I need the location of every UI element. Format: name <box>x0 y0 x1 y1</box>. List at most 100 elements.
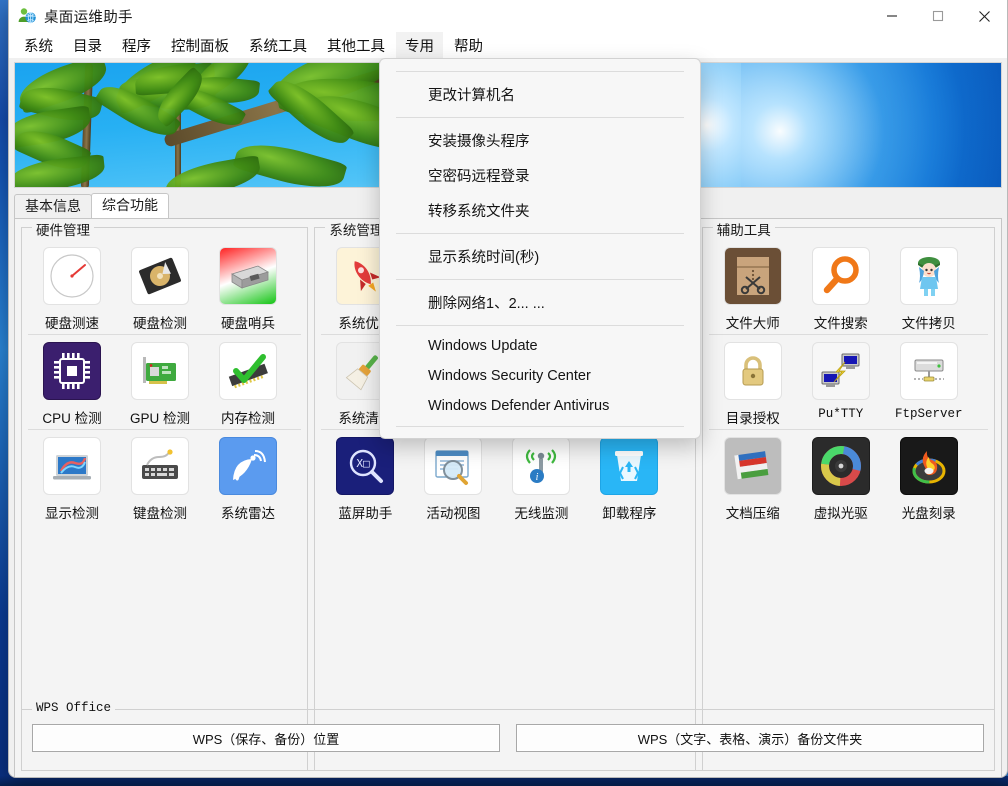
group-title-computer-type: 电脑类型 <box>687 777 749 778</box>
tool-disk-sentinel[interactable]: 硬盘哨兵 <box>204 247 292 332</box>
tool-wireless-monitor[interactable]: i 无线监测 <box>497 437 585 522</box>
tool-label: 硬盘哨兵 <box>221 316 275 331</box>
menu-option-show-system-time-seconds[interactable]: 显示系统时间(秒) <box>380 239 700 274</box>
wps-backup-folder-button[interactable]: WPS（文字、表格、演示）备份文件夹 <box>516 724 984 752</box>
svg-text:X□: X□ <box>357 457 371 470</box>
tool-label: 光盘刻录 <box>901 506 956 521</box>
virtual-drive-icon <box>811 437 870 495</box>
tool-label: 键盘检测 <box>133 506 187 521</box>
menu-item-control-panel[interactable]: 控制面板 <box>162 32 238 59</box>
hard-disk-sentinel-icon <box>219 247 277 305</box>
tool-file-master[interactable]: 文件大师 <box>709 247 797 332</box>
title-bar: 桌面运维助手 <box>9 0 1007 32</box>
close-button[interactable] <box>961 0 1007 32</box>
dropdown-menu-dedicated: 更改计算机名 安装摄像头程序 空密码远程登录 转移系统文件夹 显示系统时间(秒)… <box>379 58 701 439</box>
padlock-icon <box>723 342 782 400</box>
wps-button-row: WPS（保存、备份）位置 WPS（文字、表格、演示）备份文件夹 <box>22 710 994 752</box>
tool-label: 文档压缩 <box>725 506 780 521</box>
tool-file-search[interactable]: 文件搜索 <box>797 247 885 332</box>
tool-disk-check[interactable]: 硬盘检测 <box>116 247 204 332</box>
putty-icon <box>811 342 870 400</box>
menu-option-blank-password-remote-login[interactable]: 空密码远程登录 <box>380 158 700 193</box>
menu-option-move-system-folder[interactable]: 转移系统文件夹 <box>380 193 700 228</box>
tool-label: 虚拟光驱 <box>813 506 868 521</box>
tool-label: 显示检测 <box>45 506 99 521</box>
graphics-card-icon <box>131 342 189 400</box>
menu-item-system-tools[interactable]: 系统工具 <box>240 32 316 59</box>
menu-separator <box>396 325 684 326</box>
tool-activity-view[interactable]: 活动视图 <box>409 437 497 522</box>
menu-option-windows-security-center[interactable]: Windows Security Center <box>380 361 700 391</box>
aux-row-3: 文档压缩 虚拟光驱 光盘刻录 <box>708 429 988 524</box>
tool-label: FtpServer <box>894 407 963 421</box>
menu-separator <box>396 233 684 234</box>
tool-keyboard-check[interactable]: 键盘检测 <box>116 437 204 522</box>
menu-option-delete-networks[interactable]: 删除网络1、2... ... <box>380 285 700 320</box>
tool-disc-burn[interactable]: 光盘刻录 <box>885 437 973 522</box>
tool-label: 卸载程序 <box>602 506 657 521</box>
menu-separator <box>396 426 684 427</box>
wireless-signal-icon: i <box>512 437 571 495</box>
tool-virtual-drive[interactable]: 虚拟光驱 <box>797 437 885 522</box>
group-title-aux: 辅助工具 <box>712 219 775 239</box>
maximize-button[interactable] <box>915 0 961 32</box>
group-auxiliary-tools: 辅助工具 文件大师 文件搜索 文件拷贝 目录授权 Pu*TTY FtpServe… <box>701 219 995 771</box>
monitor-icon <box>43 437 101 495</box>
menu-option-change-computer-name[interactable]: 更改计算机名 <box>380 77 700 112</box>
menu-item-system[interactable]: 系统 <box>15 32 62 59</box>
group-title-wps: WPS Office <box>32 701 116 715</box>
aux-row-1: 文件大师 文件搜索 文件拷贝 <box>709 240 988 334</box>
window-controls <box>869 0 1007 32</box>
menu-option-windows-defender-antivirus[interactable]: Windows Defender Antivirus <box>380 391 700 421</box>
tool-disk-speed[interactable]: 硬盘测速 <box>28 247 116 332</box>
tab-comprehensive[interactable]: 综合功能 <box>91 193 169 218</box>
recycle-bin-icon <box>600 437 659 495</box>
menu-option-install-camera-driver[interactable]: 安装摄像头程序 <box>380 123 700 158</box>
tool-cpu-check[interactable]: CPU 检测 <box>28 342 116 427</box>
menu-option-windows-update[interactable]: Windows Update <box>380 331 700 361</box>
tool-putty[interactable]: Pu*TTY <box>797 342 885 427</box>
wps-save-backup-location-button[interactable]: WPS（保存、备份）位置 <box>32 724 500 752</box>
tool-gpu-check[interactable]: GPU 检测 <box>116 342 204 427</box>
menu-item-dedicated[interactable]: 专用 <box>396 31 443 59</box>
tool-label: 硬盘测速 <box>45 316 99 331</box>
tool-ftp-server[interactable]: FtpServer <box>885 342 973 427</box>
menu-separator <box>396 71 684 72</box>
tool-label: 无线监测 <box>514 506 569 521</box>
tool-display-check[interactable]: 显示检测 <box>28 437 116 522</box>
tool-label: 目录授权 <box>725 411 780 426</box>
menu-item-other-tools[interactable]: 其他工具 <box>318 32 394 59</box>
tool-system-radar[interactable]: 系统雷达 <box>204 437 292 522</box>
tool-label: 文件大师 <box>725 316 780 331</box>
tool-label: 文件拷贝 <box>901 316 956 331</box>
tool-file-copy[interactable]: 文件拷贝 <box>885 247 973 332</box>
group-title-hardware: 硬件管理 <box>32 219 94 239</box>
winrar-books-icon <box>723 437 782 495</box>
minimize-button[interactable] <box>869 0 915 32</box>
tab-basic-info[interactable]: 基本信息 <box>14 194 92 218</box>
group-wps-office: WPS Office WPS（保存、备份）位置 WPS（文字、表格、演示）备份文… <box>21 701 995 771</box>
tool-directory-auth[interactable]: 目录授权 <box>709 342 797 427</box>
menu-item-directory[interactable]: 目录 <box>64 32 111 59</box>
tool-label: 蓝屏助手 <box>338 506 393 521</box>
magnifier-icon <box>811 247 870 305</box>
tool-bluescreen-helper[interactable]: X□ 蓝屏助手 <box>321 437 409 522</box>
group-hardware-management: 硬件管理 硬盘测速 硬盘检测 硬盘哨兵 CPU 检测 GPU 检测 内存检测 显… <box>21 219 309 771</box>
menu-item-help[interactable]: 帮助 <box>445 32 492 59</box>
scissors-file-icon <box>723 247 782 305</box>
tool-label: GPU 检测 <box>129 411 190 426</box>
hardware-row-3: 显示检测 键盘检测 系统雷达 <box>28 429 302 524</box>
tool-label: 硬盘检测 <box>133 316 187 331</box>
tool-label: 内存检测 <box>221 411 275 426</box>
group-title-network: 网络信息 <box>25 777 87 778</box>
menu-item-program[interactable]: 程序 <box>113 32 160 59</box>
tool-uninstall-program[interactable]: 卸载程序 <box>585 437 673 522</box>
group-title-datetime: 时间日期 <box>226 777 288 778</box>
hardware-row-1: 硬盘测速 硬盘检测 硬盘哨兵 <box>28 240 301 334</box>
speedometer-icon <box>43 247 101 305</box>
tool-document-compress[interactable]: 文档压缩 <box>709 437 797 522</box>
tool-memory-check[interactable]: 内存检测 <box>204 342 292 427</box>
activity-view-icon <box>424 437 483 495</box>
cpu-chip-icon <box>43 342 101 400</box>
hard-disk-icon <box>131 247 189 305</box>
